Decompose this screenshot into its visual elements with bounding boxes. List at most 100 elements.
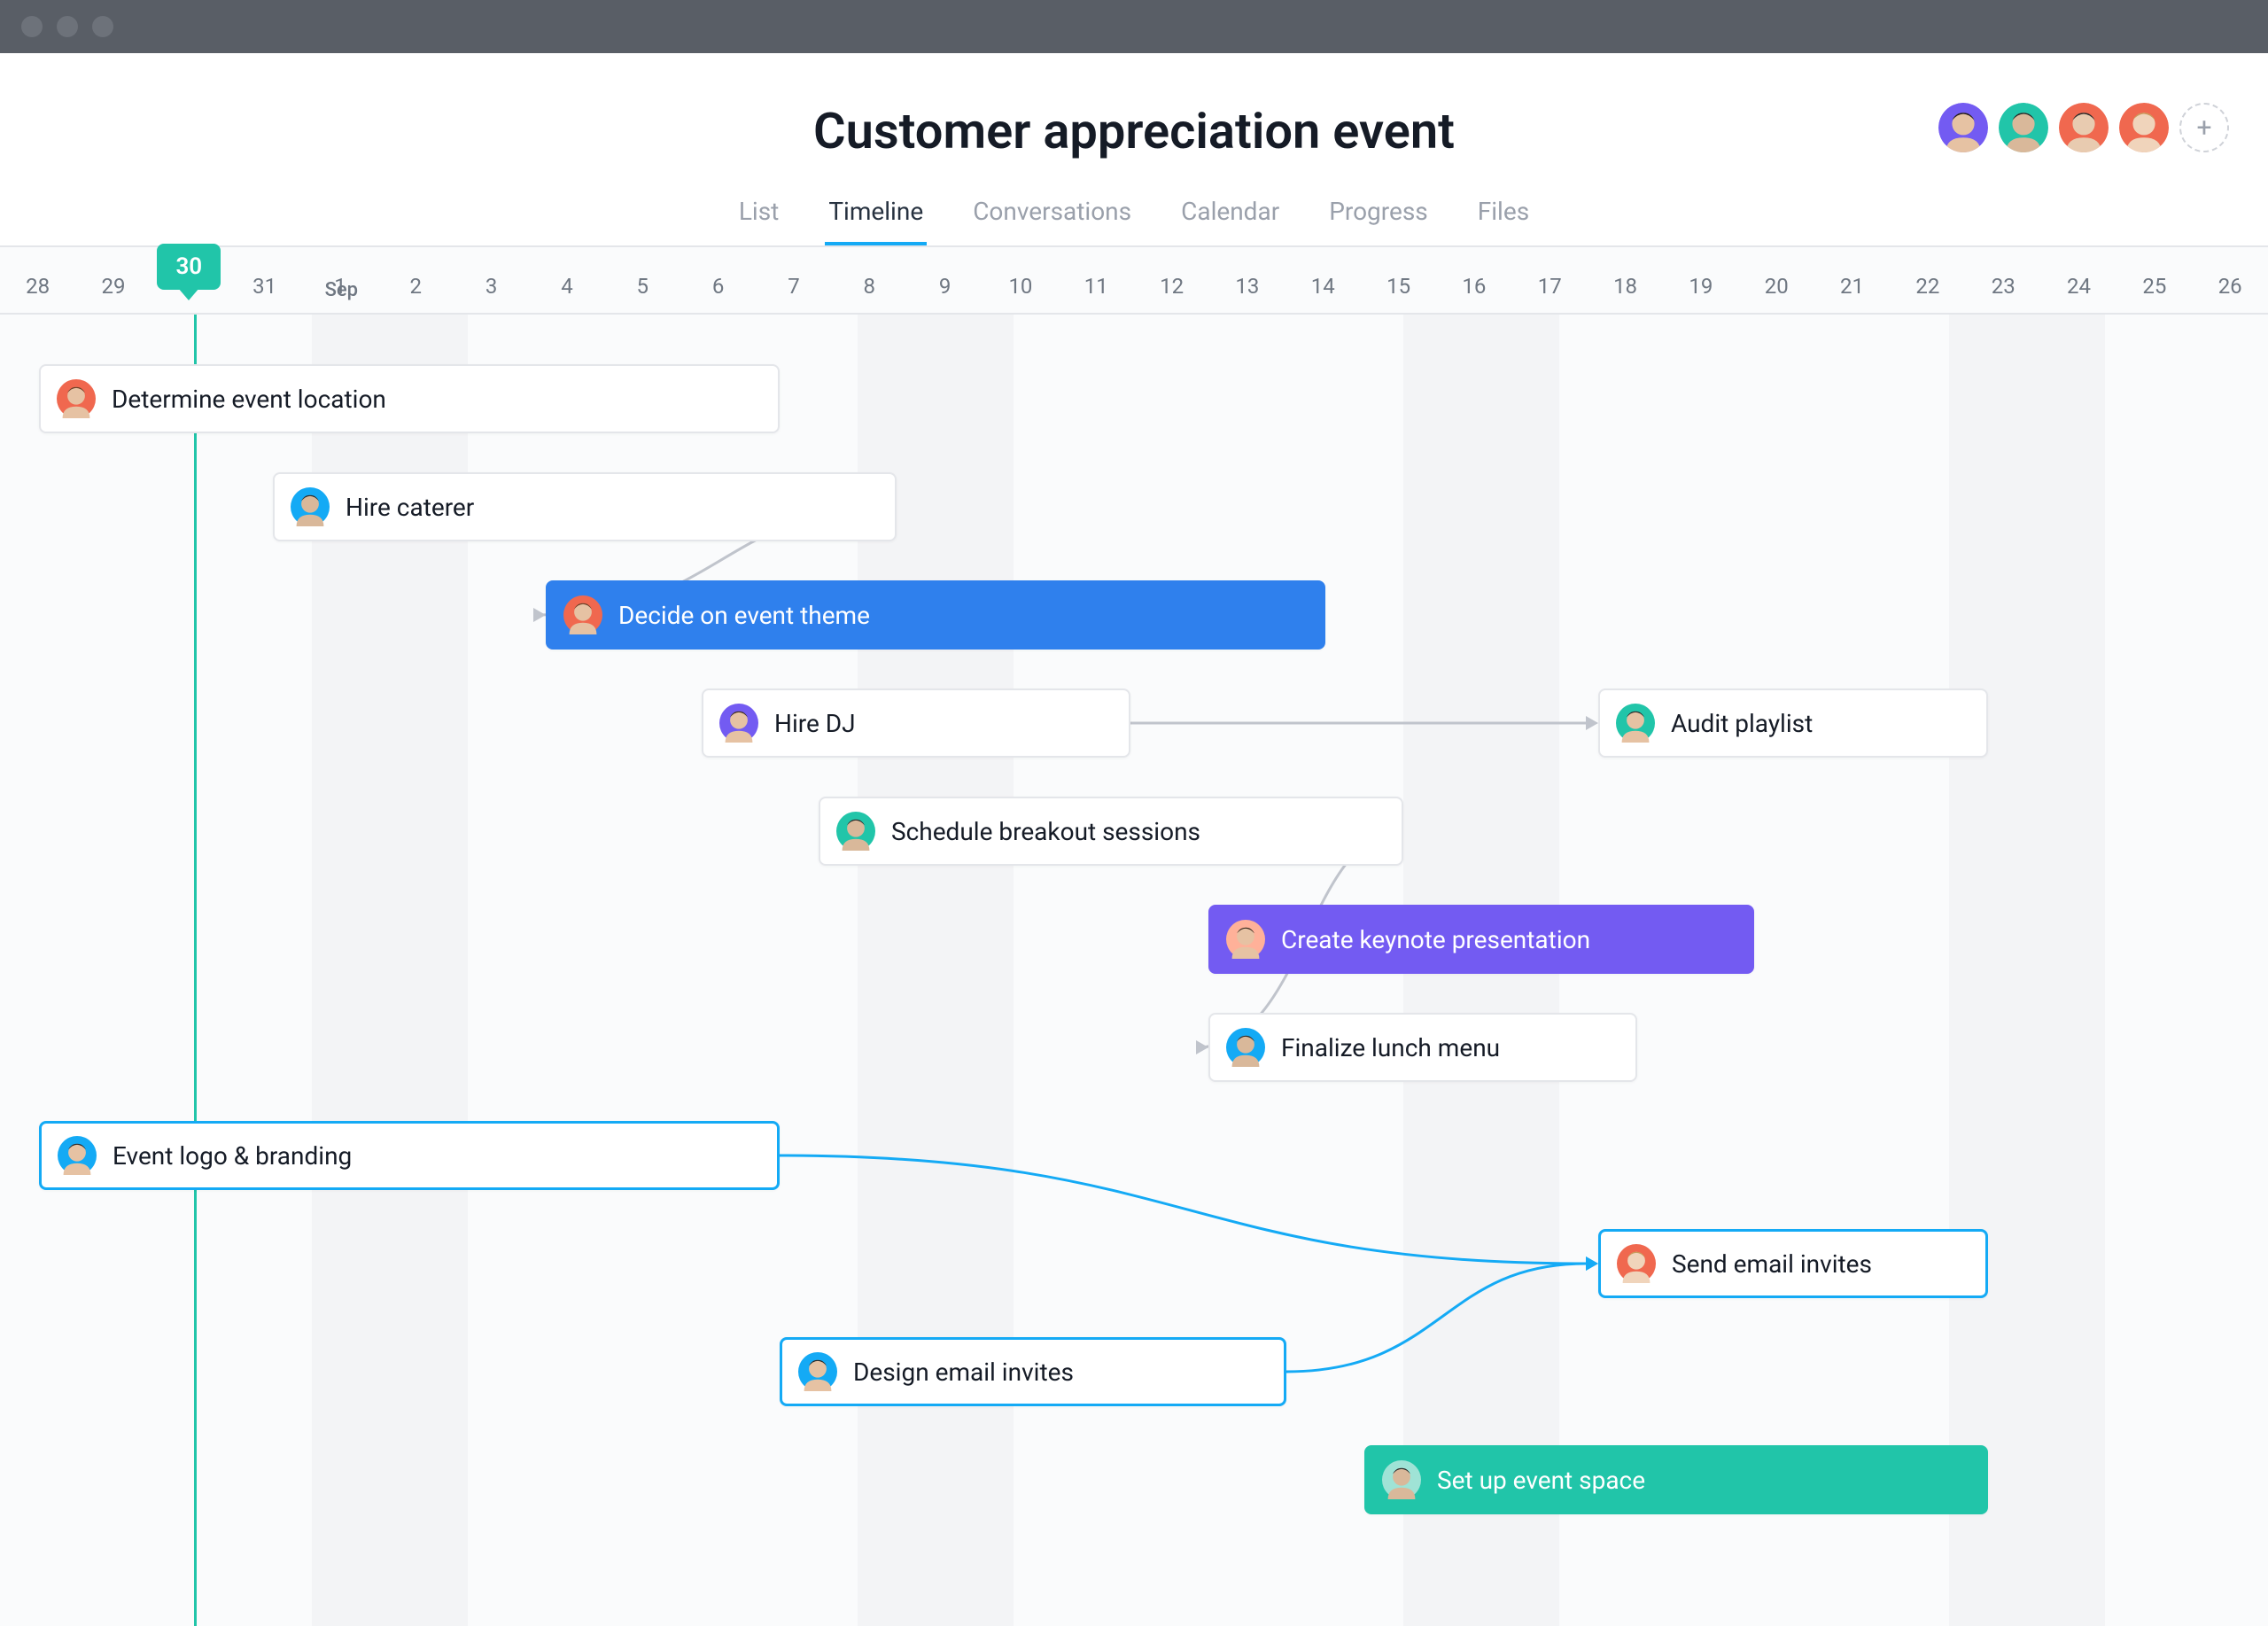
date-column-header: 5 bbox=[605, 274, 680, 313]
date-column-header: 15 bbox=[1361, 274, 1436, 313]
task-bar[interactable]: Set up event space bbox=[1364, 1445, 1988, 1514]
timeline-canvas[interactable]: Determine event location Hire caterer Deci… bbox=[0, 315, 2268, 1626]
task-bar[interactable]: Determine event location bbox=[39, 364, 780, 433]
task-assignee-avatar bbox=[836, 812, 875, 851]
project-members: + bbox=[1938, 103, 2229, 152]
task-label: Decide on event theme bbox=[618, 601, 870, 630]
grid-column bbox=[2183, 315, 2261, 1626]
grid-column-weekend bbox=[2027, 315, 2105, 1626]
window-titlebar bbox=[0, 0, 2268, 53]
grid-column bbox=[1091, 315, 1169, 1626]
date-column-header: 31 bbox=[227, 274, 302, 313]
tab-timeline[interactable]: Timeline bbox=[825, 188, 927, 245]
tab-calendar[interactable]: Calendar bbox=[1177, 188, 1283, 245]
traffic-light-minimize[interactable] bbox=[57, 16, 78, 37]
task-label: Hire caterer bbox=[346, 493, 474, 522]
traffic-light-close[interactable] bbox=[21, 16, 43, 37]
task-assignee-avatar bbox=[719, 704, 758, 743]
month-label: Sep bbox=[302, 279, 380, 301]
tab-progress[interactable]: Progress bbox=[1325, 188, 1432, 245]
task-label: Audit playlist bbox=[1671, 709, 1813, 738]
traffic-light-zoom[interactable] bbox=[92, 16, 113, 37]
task-label: Finalize lunch menu bbox=[1281, 1033, 1500, 1062]
task-bar[interactable]: Send email invites bbox=[1598, 1229, 1988, 1298]
date-column-header: 4 bbox=[529, 274, 604, 313]
date-column-header: 13 bbox=[1209, 274, 1285, 313]
date-column-header: 11 bbox=[1059, 274, 1134, 313]
task-bar[interactable]: Decide on event theme bbox=[546, 580, 1325, 650]
date-column-header: 1Sep bbox=[302, 274, 377, 313]
date-column-header: 28 bbox=[0, 274, 75, 313]
task-bar[interactable]: Finalize lunch menu bbox=[1208, 1013, 1637, 1082]
date-column-header: 8 bbox=[832, 274, 907, 313]
member-avatar[interactable] bbox=[1999, 103, 2048, 152]
member-avatar[interactable] bbox=[1938, 103, 1988, 152]
date-column-header: 9 bbox=[907, 274, 983, 313]
task-bar[interactable]: Hire DJ bbox=[702, 689, 1130, 758]
task-bar[interactable]: Event logo & branding bbox=[39, 1121, 780, 1190]
task-label: Design email invites bbox=[853, 1358, 1074, 1387]
task-label: Set up event space bbox=[1437, 1466, 1645, 1495]
tab-list[interactable]: List bbox=[735, 188, 783, 245]
date-column-header: 12 bbox=[1134, 274, 1209, 313]
date-column-header: 30 bbox=[151, 244, 227, 313]
grid-column bbox=[78, 315, 156, 1626]
date-column-header: 17 bbox=[1512, 274, 1588, 313]
tab-files[interactable]: Files bbox=[1474, 188, 1533, 245]
task-label: Send email invites bbox=[1672, 1249, 1872, 1279]
date-column-header: 20 bbox=[1739, 274, 1814, 313]
date-column-header: 25 bbox=[2117, 274, 2192, 313]
grid-column-weekend bbox=[936, 315, 1014, 1626]
date-column-header: 21 bbox=[1814, 274, 1890, 313]
grid-column bbox=[1871, 315, 1949, 1626]
grid-column bbox=[2261, 315, 2268, 1626]
grid-column bbox=[1793, 315, 1871, 1626]
task-assignee-avatar bbox=[1382, 1460, 1421, 1499]
task-bar[interactable]: Design email invites bbox=[780, 1337, 1286, 1406]
view-tabs: List Timeline Conversations Calendar Progres… bbox=[0, 188, 2268, 245]
grid-column bbox=[1014, 315, 1091, 1626]
date-column-header: 24 bbox=[2041, 274, 2117, 313]
date-column-header: 16 bbox=[1436, 274, 1511, 313]
task-label: Create keynote presentation bbox=[1281, 925, 1590, 954]
date-column-header: 6 bbox=[680, 274, 756, 313]
task-label: Determine event location bbox=[112, 385, 386, 414]
date-column-header: 3 bbox=[454, 274, 529, 313]
date-column-header: 7 bbox=[756, 274, 831, 313]
task-assignee-avatar bbox=[798, 1352, 837, 1391]
task-label: Schedule breakout sessions bbox=[891, 817, 1200, 846]
task-assignee-avatar bbox=[57, 379, 96, 418]
date-column-header: 22 bbox=[1890, 274, 1965, 313]
member-avatar[interactable] bbox=[2059, 103, 2109, 152]
task-bar[interactable]: Create keynote presentation bbox=[1208, 905, 1754, 974]
task-assignee-avatar bbox=[1616, 704, 1655, 743]
date-column-header: 29 bbox=[75, 274, 151, 313]
project-title: Customer appreciation event bbox=[813, 102, 1455, 160]
date-column-header: 10 bbox=[983, 274, 1058, 313]
task-label: Event logo & branding bbox=[113, 1141, 352, 1171]
date-column-header: 2 bbox=[378, 274, 454, 313]
tab-conversations[interactable]: Conversations bbox=[969, 188, 1135, 245]
date-column-header: 18 bbox=[1588, 274, 1663, 313]
task-bar[interactable]: Audit playlist bbox=[1598, 689, 1988, 758]
date-column-header: 19 bbox=[1663, 274, 1738, 313]
task-assignee-avatar bbox=[291, 487, 330, 526]
today-indicator-line bbox=[194, 315, 197, 1626]
task-assignee-avatar bbox=[1226, 1028, 1265, 1067]
task-assignee-avatar bbox=[58, 1136, 97, 1175]
grid-column bbox=[2105, 315, 2183, 1626]
grid-column bbox=[0, 315, 78, 1626]
task-bar[interactable]: Hire caterer bbox=[273, 472, 897, 541]
task-label: Hire DJ bbox=[774, 709, 856, 738]
member-avatar[interactable] bbox=[2119, 103, 2169, 152]
task-assignee-avatar bbox=[1226, 920, 1265, 959]
timeline-date-axis: 282930311Sep2345678910111213141516171819… bbox=[0, 247, 2268, 315]
task-assignee-avatar bbox=[563, 595, 602, 634]
task-assignee-avatar bbox=[1617, 1244, 1656, 1283]
date-column-header: 14 bbox=[1285, 274, 1361, 313]
date-column-header: 23 bbox=[1966, 274, 2041, 313]
project-header: Customer appreciation event + List Timeli… bbox=[0, 53, 2268, 247]
add-member-button[interactable]: + bbox=[2179, 103, 2229, 152]
grid-column-weekend bbox=[1949, 315, 2027, 1626]
task-bar[interactable]: Schedule breakout sessions bbox=[819, 797, 1403, 866]
